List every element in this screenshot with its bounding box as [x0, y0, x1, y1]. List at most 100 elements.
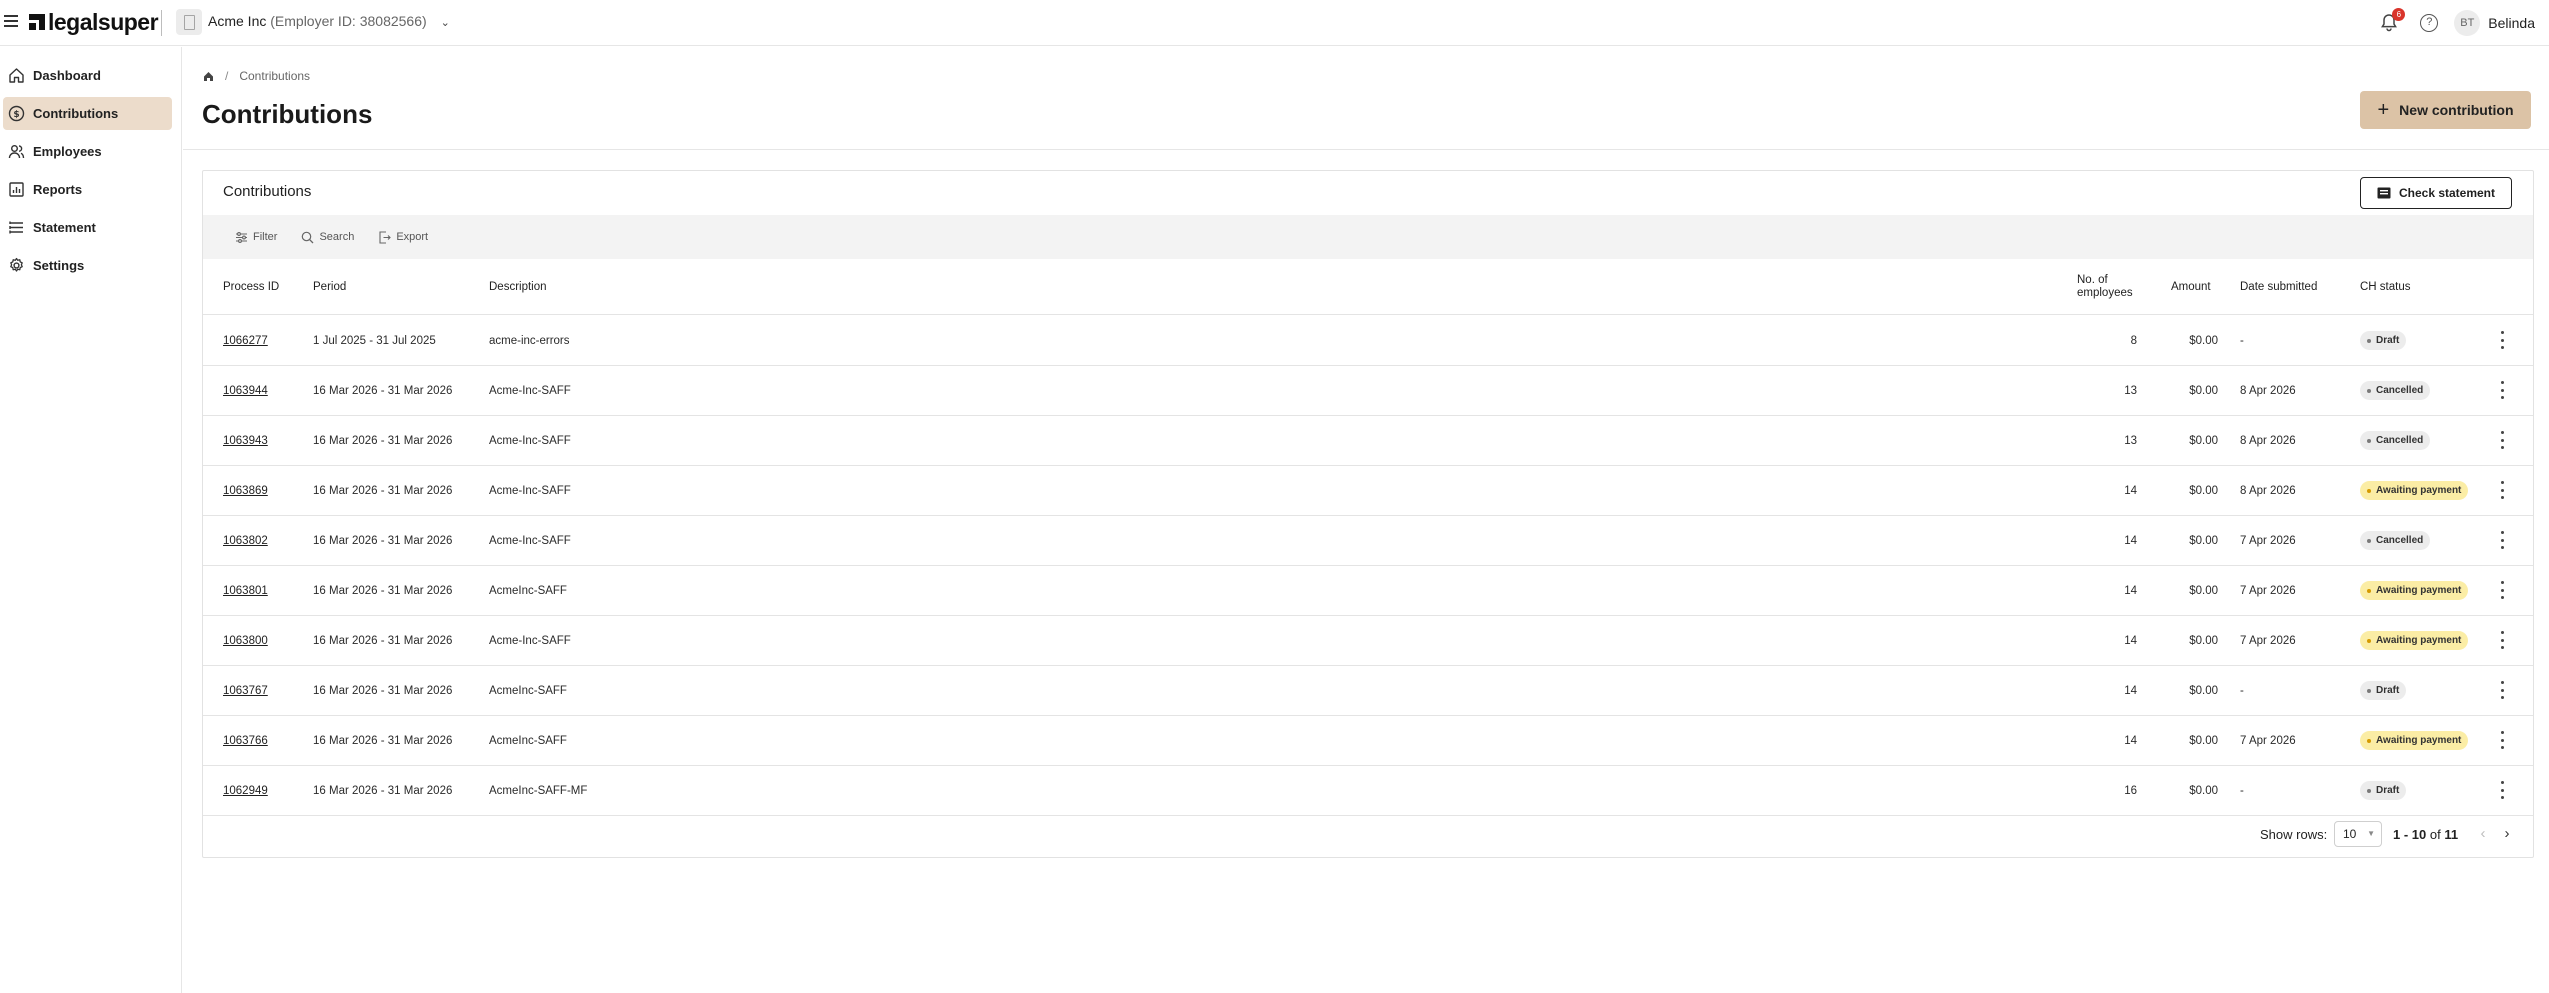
status-cell: Cancelled	[2360, 516, 2431, 565]
table-row[interactable]: 1063869 16 Mar 2026 - 31 Mar 2026 Acme-Inc…	[203, 466, 2533, 516]
row-actions-menu-icon[interactable]	[2499, 381, 2505, 399]
new-contribution-button[interactable]: + New contribution	[2360, 91, 2531, 129]
status-label: Draft	[2376, 785, 2400, 796]
table-row[interactable]: 1066277 1 Jul 2025 - 31 Jul 2025 acme-inc-…	[203, 316, 2533, 366]
process-id-link[interactable]: 1063800	[223, 616, 268, 665]
column-header-employees[interactable]: No. of employees	[2077, 259, 2133, 315]
period-cell: 16 Mar 2026 - 31 Mar 2026	[313, 584, 453, 597]
row-actions-menu-icon[interactable]	[2499, 331, 2505, 349]
row-actions-menu-icon[interactable]	[2499, 781, 2505, 799]
amount-cell: $0.00	[2189, 434, 2218, 447]
amount-cell: $0.00	[2189, 534, 2218, 547]
home-icon[interactable]	[203, 71, 214, 82]
rows-per-page-select[interactable]: 10 ▼	[2334, 821, 2382, 847]
column-header-description[interactable]: Description	[489, 259, 547, 315]
date-submitted-cell: 8 Apr 2026	[2240, 484, 2296, 497]
filter-button[interactable]: Filter	[235, 231, 277, 244]
check-statement-button[interactable]: Check statement	[2360, 177, 2512, 209]
employees-cell: 14	[2124, 534, 2137, 547]
table-row[interactable]: 1063944 16 Mar 2026 - 31 Mar 2026 Acme-Inc…	[203, 366, 2533, 416]
column-header-process-id[interactable]: Process ID	[223, 259, 279, 315]
status-dot-icon	[2367, 688, 2371, 693]
table-row[interactable]: 1063802 16 Mar 2026 - 31 Mar 2026 Acme-Inc…	[203, 516, 2533, 566]
period-cell: 16 Mar 2026 - 31 Mar 2026	[313, 384, 453, 397]
row-actions-menu-icon[interactable]	[2499, 581, 2505, 599]
pagination-range: 1 - 10 of 11	[2393, 827, 2458, 842]
status-label: Awaiting payment	[2376, 735, 2462, 746]
date-submitted-cell: 8 Apr 2026	[2240, 434, 2296, 447]
breadcrumb-separator: /	[225, 69, 229, 83]
status-label: Cancelled	[2376, 385, 2424, 396]
column-header-status[interactable]: CH status	[2360, 259, 2411, 315]
row-actions-menu-icon[interactable]	[2499, 431, 2505, 449]
sidebar-item-label: Employees	[33, 144, 102, 159]
sidebar-item-statement[interactable]: Statement	[3, 211, 172, 244]
sidebar: Dashboard $ Contributions Employees Repo…	[0, 47, 182, 993]
table-row[interactable]: 1063800 16 Mar 2026 - 31 Mar 2026 Acme-Inc…	[203, 616, 2533, 666]
table-row[interactable]: 1062949 16 Mar 2026 - 31 Mar 2026 AcmeInc-…	[203, 766, 2533, 816]
employees-cell: 14	[2124, 584, 2137, 597]
sidebar-item-employees[interactable]: Employees	[3, 135, 172, 168]
process-id-link[interactable]: 1063869	[223, 466, 268, 515]
table-row[interactable]: 1063766 16 Mar 2026 - 31 Mar 2026 AcmeInc-…	[203, 716, 2533, 766]
column-header-amount[interactable]: Amount	[2171, 259, 2211, 315]
search-label: Search	[319, 231, 355, 243]
amount-cell: $0.00	[2189, 584, 2218, 597]
notifications-button[interactable]: 6	[2380, 8, 2406, 33]
menu-icon[interactable]	[4, 15, 18, 29]
description-cell: Acme-Inc-SAFF	[489, 384, 571, 397]
employees-cell: 13	[2124, 434, 2137, 447]
employer-selector[interactable]: Acme Inc (Employer ID: 38082566) ⌄	[208, 13, 450, 29]
column-header-date-submitted[interactable]: Date submitted	[2240, 259, 2317, 315]
process-id-link[interactable]: 1063944	[223, 366, 268, 415]
building-icon	[176, 9, 202, 35]
row-actions-menu-icon[interactable]	[2499, 731, 2505, 749]
table-row[interactable]: 1063767 16 Mar 2026 - 31 Mar 2026 AcmeInc-…	[203, 666, 2533, 716]
amount-cell: $0.00	[2189, 784, 2218, 797]
row-actions-menu-icon[interactable]	[2499, 531, 2505, 549]
new-contribution-label: New contribution	[2399, 102, 2514, 118]
sidebar-item-contributions[interactable]: $ Contributions	[3, 97, 172, 130]
column-header-period[interactable]: Period	[313, 259, 346, 315]
process-id-link[interactable]: 1063802	[223, 516, 268, 565]
row-actions-menu-icon[interactable]	[2499, 481, 2505, 499]
previous-page-button[interactable]: ‹	[2473, 824, 2493, 844]
sidebar-item-dashboard[interactable]: Dashboard	[3, 59, 172, 92]
table-row[interactable]: 1063801 16 Mar 2026 - 31 Mar 2026 AcmeInc-…	[203, 566, 2533, 616]
description-cell: Acme-Inc-SAFF	[489, 484, 571, 497]
employees-cell: 13	[2124, 384, 2137, 397]
description-cell: Acme-Inc-SAFF	[489, 534, 571, 547]
filter-icon	[236, 231, 247, 243]
status-dot-icon	[2367, 638, 2371, 643]
process-id-link[interactable]: 1063767	[223, 666, 268, 715]
table-row[interactable]: 1063943 16 Mar 2026 - 31 Mar 2026 Acme-Inc…	[203, 416, 2533, 466]
date-submitted-cell: 8 Apr 2026	[2240, 384, 2296, 397]
divider	[183, 149, 2549, 150]
row-actions-menu-icon[interactable]	[2499, 631, 2505, 649]
amount-cell: $0.00	[2189, 734, 2218, 747]
employees-cell: 16	[2124, 784, 2137, 797]
help-icon[interactable]: ?	[2420, 14, 2439, 32]
logo[interactable]: legalsuper	[29, 9, 159, 35]
process-id-link[interactable]: 1066277	[223, 316, 268, 365]
process-id-link[interactable]: 1063943	[223, 416, 268, 465]
sidebar-item-reports[interactable]: Reports	[3, 173, 172, 206]
process-id-link[interactable]: 1062949	[223, 766, 268, 815]
sidebar-item-label: Contributions	[33, 106, 119, 121]
sidebar-item-settings[interactable]: Settings	[3, 249, 172, 282]
breadcrumb-current: Contributions	[239, 69, 311, 83]
breadcrumb: / Contributions	[203, 69, 310, 83]
export-icon	[379, 230, 392, 244]
process-id-link[interactable]: 1063801	[223, 566, 268, 615]
process-id-link[interactable]: 1063766	[223, 716, 268, 765]
status-cell: Awaiting payment	[2360, 566, 2469, 615]
row-actions-menu-icon[interactable]	[2499, 681, 2505, 699]
export-button[interactable]: Export	[378, 230, 429, 244]
export-label: Export	[396, 231, 429, 243]
search-button[interactable]: Search	[301, 231, 354, 244]
notification-count-badge: 6	[2392, 8, 2406, 21]
next-page-button[interactable]: ›	[2497, 824, 2517, 844]
employer-id: (Employer ID: 38082566)	[270, 13, 427, 29]
user-name[interactable]: Belinda	[2488, 15, 2535, 31]
avatar[interactable]: BT	[2454, 10, 2481, 36]
